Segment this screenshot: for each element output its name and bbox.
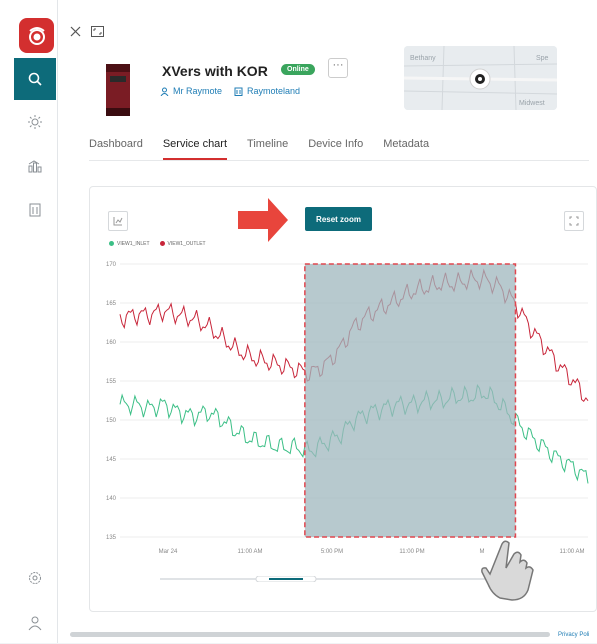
y-tick-label: 160	[106, 340, 117, 346]
x-tick-label: 11:00 AM	[560, 549, 585, 555]
x-tick-label: 11:00 AM	[238, 549, 263, 555]
y-tick-label: 140	[106, 496, 117, 502]
chart-navigator[interactable]	[160, 576, 500, 582]
x-tick-label: 11:00 PM	[399, 549, 424, 555]
zoom-selection	[304, 263, 517, 538]
privacy-link[interactable]: Privacy Poli	[558, 632, 589, 638]
hand-cursor-icon	[481, 540, 534, 601]
y-tick-label: 155	[106, 379, 117, 385]
y-tick-label: 135	[106, 535, 117, 541]
y-tick-label: 150	[106, 418, 117, 424]
y-tick-label: 145	[106, 457, 117, 463]
y-tick-label: 170	[106, 262, 117, 268]
x-tick-label: Mar 24	[159, 549, 178, 555]
x-tick-label: 5:00 PM	[321, 549, 343, 555]
y-tick-label: 165	[106, 301, 117, 307]
horizontal-scrollbar[interactable]	[70, 632, 550, 637]
